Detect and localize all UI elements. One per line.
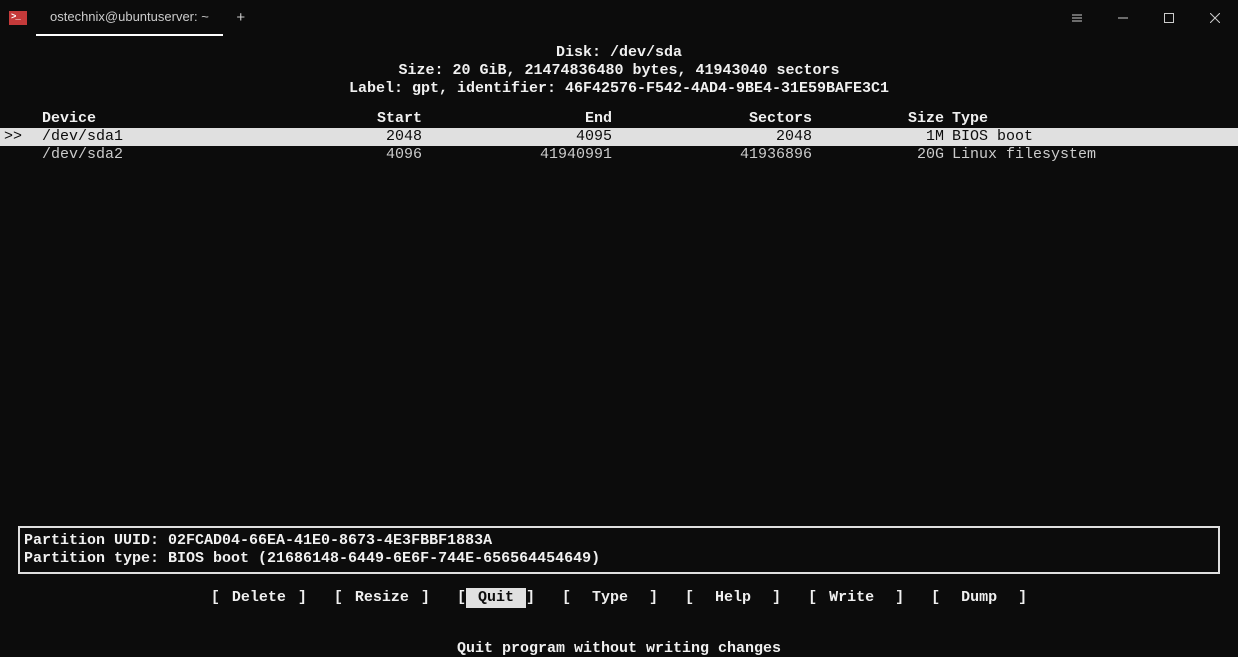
menu-type[interactable]: [ Type ] bbox=[562, 589, 658, 606]
menu-dropdown-button[interactable] bbox=[1054, 0, 1100, 36]
partition-type: BIOS boot bbox=[952, 128, 1238, 146]
plus-icon: + bbox=[236, 9, 245, 26]
selection-marker bbox=[0, 146, 42, 164]
partition-size: 1M bbox=[812, 128, 952, 146]
terminal-content: Disk: /dev/sda Size: 20 GiB, 21474836480… bbox=[0, 36, 1238, 630]
partition-device: /dev/sda2 bbox=[42, 146, 322, 164]
end-header: End bbox=[422, 110, 612, 128]
partition-header-row: Device Start End Sectors Size Type bbox=[0, 110, 1238, 128]
partition-end: 4095 bbox=[422, 128, 612, 146]
active-tab[interactable]: ostechnix@ubuntuserver: ~ bbox=[36, 0, 223, 36]
sectors-header: Sectors bbox=[612, 110, 812, 128]
marker-header bbox=[0, 110, 42, 128]
partition-device: /dev/sda1 bbox=[42, 128, 322, 146]
new-tab-button[interactable]: + bbox=[223, 0, 259, 36]
type-header: Type bbox=[952, 110, 1238, 128]
menu-dump[interactable]: [ Dump ] bbox=[931, 589, 1027, 606]
disk-path: /dev/sda bbox=[610, 44, 682, 61]
menu-quit[interactable]: [ Quit ] bbox=[457, 589, 535, 606]
partition-type-info: Partition type: BIOS boot (21686148-6449… bbox=[24, 550, 1214, 568]
close-button[interactable] bbox=[1192, 0, 1238, 36]
partition-row[interactable]: /dev/sda2 4096 41940991 41936896 20G Lin… bbox=[0, 146, 1238, 164]
size-header: Size bbox=[812, 110, 952, 128]
menu-write[interactable]: [ Write ] bbox=[808, 589, 904, 606]
partition-size: 20G bbox=[812, 146, 952, 164]
menu-delete[interactable]: [ Delete ] bbox=[211, 589, 307, 606]
partition-sectors: 41936896 bbox=[612, 146, 812, 164]
partition-start: 4096 bbox=[322, 146, 422, 164]
menu-help[interactable]: [ Help ] bbox=[685, 589, 781, 606]
tab-title: ostechnix@ubuntuserver: ~ bbox=[50, 9, 209, 24]
partition-table: Device Start End Sectors Size Type >> /d… bbox=[0, 110, 1238, 164]
disk-label-line: Label: gpt, identifier: 46F42576-F542-4A… bbox=[0, 80, 1238, 98]
partition-uuid: Partition UUID: 02FCAD04-66EA-41E0-8673-… bbox=[24, 532, 1214, 550]
device-header: Device bbox=[42, 110, 322, 128]
menu-resize[interactable]: [ Resize ] bbox=[334, 589, 430, 606]
partition-row-selected[interactable]: >> /dev/sda1 2048 4095 2048 1M BIOS boot bbox=[0, 128, 1238, 146]
terminal-icon bbox=[0, 0, 36, 36]
start-header: Start bbox=[322, 110, 422, 128]
disk-header: Disk: /dev/sda Size: 20 GiB, 21474836480… bbox=[0, 36, 1238, 98]
menu-hint: Quit program without writing changes bbox=[0, 640, 1238, 657]
titlebar: ostechnix@ubuntuserver: ~ + bbox=[0, 0, 1238, 36]
partition-start: 2048 bbox=[322, 128, 422, 146]
selection-marker: >> bbox=[0, 128, 42, 146]
action-menu: [ Delete ] [ Resize ] [ Quit ] [ Type ] … bbox=[0, 588, 1238, 608]
minimize-button[interactable] bbox=[1100, 0, 1146, 36]
partition-info-box: Partition UUID: 02FCAD04-66EA-41E0-8673-… bbox=[18, 526, 1220, 574]
disk-size-line: Size: 20 GiB, 21474836480 bytes, 4194304… bbox=[0, 62, 1238, 80]
window-controls bbox=[1054, 0, 1238, 36]
disk-title-prefix: Disk: bbox=[556, 44, 610, 61]
partition-sectors: 2048 bbox=[612, 128, 812, 146]
partition-end: 41940991 bbox=[422, 146, 612, 164]
maximize-button[interactable] bbox=[1146, 0, 1192, 36]
partition-type: Linux filesystem bbox=[952, 146, 1238, 164]
